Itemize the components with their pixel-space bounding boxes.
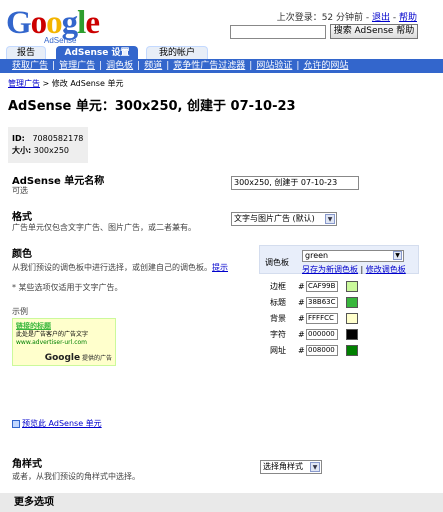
id-label: ID:	[12, 134, 25, 143]
id-value: 7080582178	[32, 134, 84, 143]
colors-note: * 某些选项仅适用于文字广告。	[12, 283, 123, 292]
color-row-label: 字符	[270, 330, 286, 339]
colors-hint: 从我们预设的调色板中进行选择，或创建自己的调色板。提示	[12, 262, 228, 273]
chevron-down-icon: ▼	[325, 214, 335, 224]
preview-unit-link[interactable]: 预览此 AdSense 单元	[22, 419, 102, 428]
corner-heading: 角样式	[12, 459, 42, 470]
format-select[interactable]: 文字与图片广告 (默认) ▼	[231, 212, 337, 226]
chevron-down-icon: ▼	[393, 251, 402, 260]
ads-by-google: Google 提供的广告	[45, 353, 112, 363]
breadcrumb: 管理广告 > 修改 AdSense 单元	[8, 78, 123, 89]
size-label: 大小:	[12, 146, 32, 155]
tab-reports[interactable]: 报告	[6, 46, 46, 59]
main-tabs: 报告 AdSense 设置 我的帐户	[0, 46, 443, 59]
help-link[interactable]: 帮助	[399, 13, 417, 23]
page-title: AdSense 单元：300x250, 创建于 07-10-23	[8, 99, 296, 114]
hash-sign: #	[298, 298, 305, 307]
color-hex-input[interactable]: 008000	[306, 345, 338, 356]
color-row: 字符 #000000	[270, 329, 410, 341]
sample-ad-title: 链接的标题	[16, 322, 51, 330]
format-hint: 广告单元仅包含文字广告、图片广告，或二者兼有。	[12, 223, 196, 232]
subnav-manage-ads[interactable]: 管理广告	[59, 61, 95, 71]
palette-link-sep: |	[358, 265, 366, 274]
unit-name-input[interactable]: 300x250, 创建于 07-10-23	[231, 176, 359, 190]
hash-sign: #	[298, 346, 305, 355]
preview-icon	[12, 419, 20, 428]
preview-row: 预览此 AdSense 单元	[12, 418, 102, 429]
color-hex-input[interactable]: FFFFCC	[306, 313, 338, 324]
logout-link[interactable]: 退出	[372, 13, 390, 23]
tab-my-account[interactable]: 我的帐户	[146, 46, 208, 59]
color-swatch[interactable]	[346, 329, 358, 340]
chevron-down-icon: ▼	[310, 462, 320, 472]
corner-select[interactable]: 选择角样式 ▼	[260, 460, 322, 474]
palette-links: 另存为新调色板 | 修改调色板	[302, 264, 406, 275]
color-row: 网址 #008000	[270, 345, 410, 357]
more-options-bar[interactable]: 更多选项	[0, 493, 443, 512]
hash-sign: #	[298, 314, 305, 323]
color-row-label: 边框	[270, 282, 286, 291]
logo-wordmark: Google	[6, 6, 106, 40]
color-swatch[interactable]	[346, 281, 358, 292]
tab-adsense-settings[interactable]: AdSense 设置	[56, 46, 138, 59]
color-row: 背景 # FFFFCC	[270, 313, 410, 325]
google-adsense-logo: Google AdSense	[6, 6, 106, 46]
color-swatch[interactable]	[346, 345, 358, 356]
subnav-competitive-filter[interactable]: 竞争性广告过滤器	[173, 61, 245, 71]
last-login-text: 上次登录：52 分钟前 -	[276, 13, 372, 23]
colors-hint-text: 从我们预设的调色板中进行选择，或创建自己的调色板。	[12, 263, 212, 272]
logo-letter: e	[85, 5, 100, 41]
color-row-label: 标题	[270, 298, 286, 307]
sample-ad-desc: 此处是广告客户的广告文字	[16, 331, 89, 338]
palette-box: 调色板 green ▼ 另存为新调色板 | 修改调色板	[259, 245, 419, 274]
sample-label: 示例	[12, 307, 28, 316]
save-palette-link[interactable]: 另存为新调色板	[302, 265, 358, 274]
format-selected: 文字与图片广告 (默认)	[234, 214, 315, 223]
breadcrumb-manage-ads[interactable]: 管理广告	[8, 79, 40, 88]
color-row-label: 网址	[270, 346, 286, 355]
palette-label: 调色板	[265, 258, 289, 267]
color-row: 标题 #38B63C	[270, 297, 410, 309]
edit-palette-link[interactable]: 修改调色板	[366, 265, 406, 274]
size-value: 300x250	[33, 146, 70, 155]
palette-select[interactable]: green ▼	[302, 250, 404, 262]
sample-ad-url: www.advertiser-url.com	[16, 339, 88, 346]
corner-selected: 选择角样式	[263, 462, 303, 471]
ads-by-google-logo: Google	[44, 353, 81, 363]
color-hex-input[interactable]: 38B63C	[306, 297, 338, 308]
sample-ad: 链接的标题 此处是广告客户的广告文字 www.advertiser-url.co…	[12, 318, 116, 366]
unit-info-box: ID: 7080582178 大小: 300x250	[8, 127, 88, 163]
color-row: 边框 # CAF99B	[270, 281, 410, 293]
help-search-input[interactable]	[230, 25, 326, 39]
settings-subnav: 获取广告 | 管理广告 | 调色板 | 频道 | 竞争性广告过滤器 | 网站验证 | 允许的网站	[0, 59, 443, 73]
color-hex-input[interactable]: CAF99B	[306, 281, 338, 292]
subnav-palettes[interactable]: 调色板	[106, 61, 133, 71]
subnav-get-ads[interactable]: 获取广告	[12, 61, 48, 71]
logo-adsense-sub: AdSense	[44, 36, 77, 45]
subnav-allowed-sites[interactable]: 允许的网站	[303, 61, 348, 71]
account-links: 上次登录：52 分钟前 - 退出 - 帮助	[277, 10, 417, 23]
logo-letter: G	[6, 5, 32, 41]
palette-selected: green	[305, 251, 329, 260]
search-help-button[interactable]: 搜索 AdSense 帮助	[330, 24, 418, 39]
color-row-label: 背景	[270, 314, 286, 323]
colors-heading: 颜色	[12, 249, 32, 260]
color-swatch[interactable]	[346, 313, 358, 324]
link-separator: -	[390, 13, 399, 23]
corner-hint: 或者，从我们预设的角样式中选择。	[12, 472, 140, 481]
unit-name-hint: 可选	[12, 186, 28, 195]
hash-sign: #	[298, 330, 305, 339]
color-hex-input[interactable]: 000000	[306, 329, 338, 340]
format-heading: 格式	[12, 212, 32, 223]
ads-by-google-text: 提供的广告	[80, 355, 112, 362]
subnav-site-auth[interactable]: 网站验证	[256, 61, 292, 71]
colors-tip-link[interactable]: 提示	[212, 263, 228, 272]
hash-sign: #	[298, 282, 305, 291]
breadcrumb-current: > 修改 AdSense 单元	[40, 79, 124, 88]
subnav-channels[interactable]: 频道	[144, 61, 162, 71]
color-swatch[interactable]	[346, 297, 358, 308]
